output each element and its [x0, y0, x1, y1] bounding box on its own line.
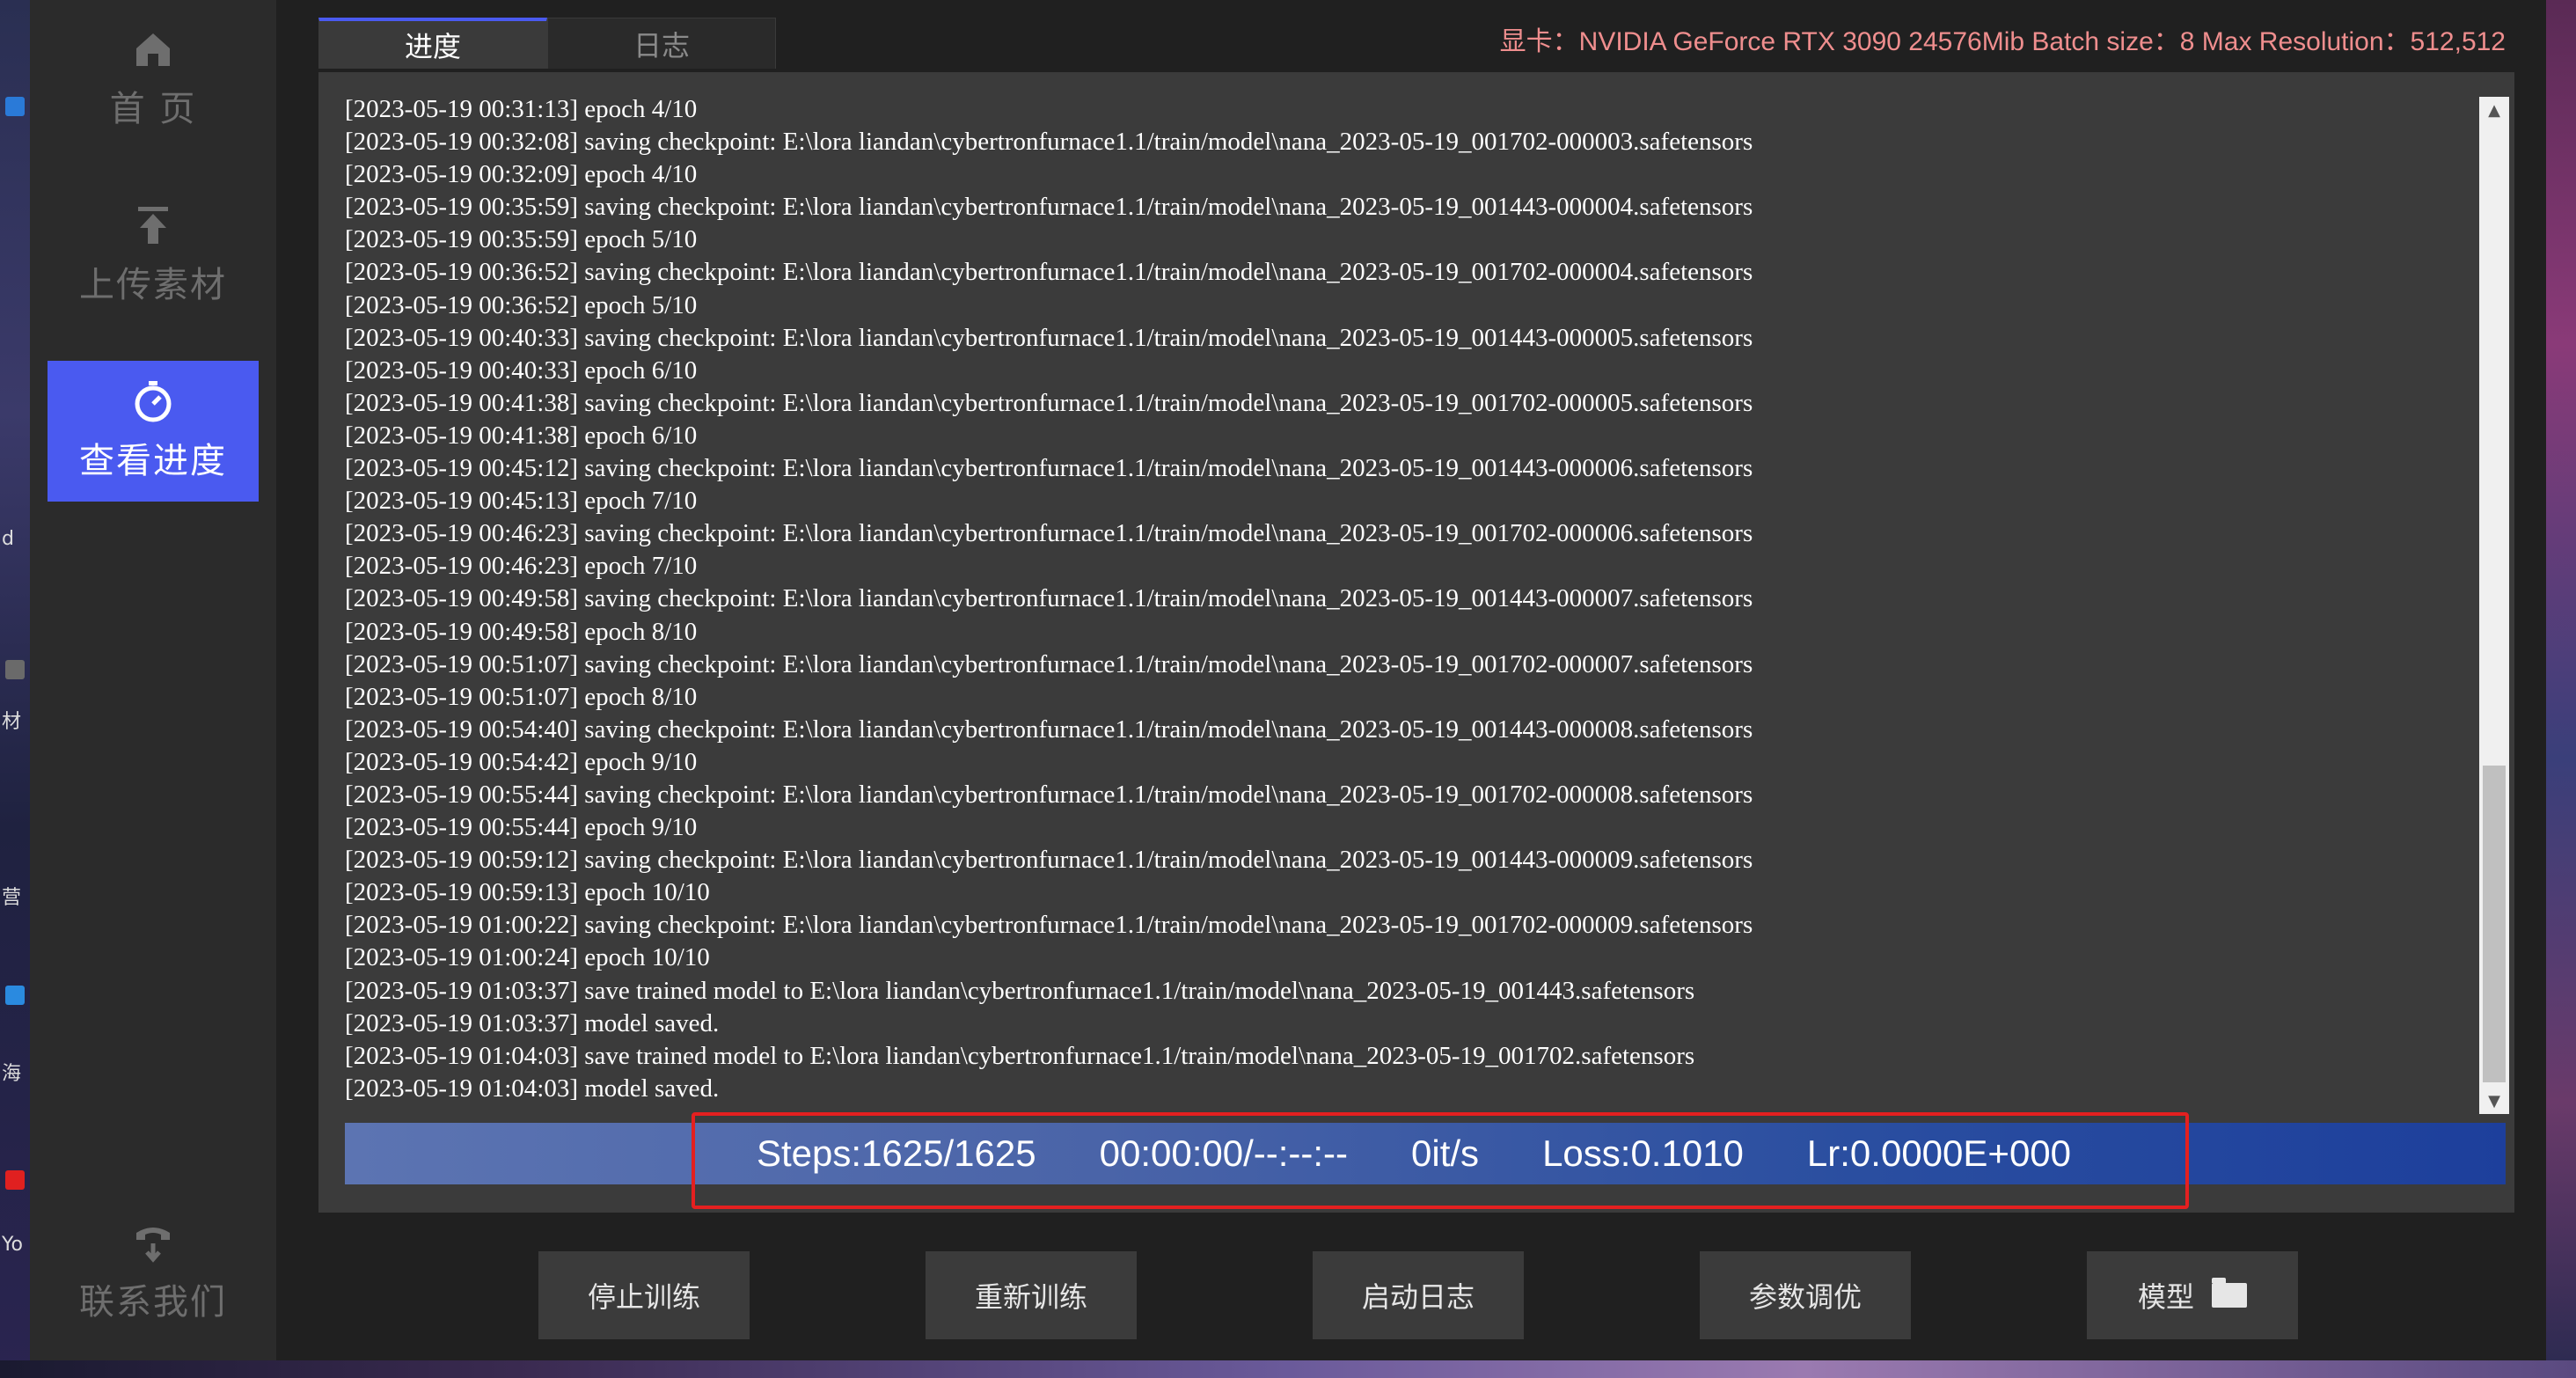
button-label: 参数调优	[1748, 1280, 1862, 1314]
desktop-label: 材	[2, 711, 22, 733]
log-line: [2023-05-19 01:00:22] saving checkpoint:…	[345, 911, 1753, 940]
log-line: [2023-05-19 00:32:09] epoch 4/10	[345, 160, 698, 189]
sidebar-item-label: 联系我们	[79, 1282, 227, 1323]
sidebar-item-label: 上传素材	[79, 265, 227, 305]
sidebar-item-upload[interactable]: 上传素材	[48, 185, 259, 326]
desktop-shortcut-icon[interactable]	[5, 1170, 25, 1190]
log-line: [2023-05-19 00:36:52] saving checkpoint:…	[345, 258, 1753, 287]
log-line: [2023-05-19 00:32:08] saving checkpoint:…	[345, 128, 1753, 157]
sidebar-item-label: 首 页	[109, 89, 197, 129]
sidebar-item-label: 查看进度	[79, 441, 227, 481]
scrollbar-thumb[interactable]	[2483, 766, 2506, 1082]
desktop-shortcut-icon[interactable]	[5, 660, 25, 679]
tab-progress[interactable]: 进度	[318, 18, 547, 69]
model-button[interactable]: 模型	[2087, 1251, 2298, 1339]
log-line: [2023-05-19 01:03:37] save trained model…	[345, 976, 1695, 1005]
log-line: [2023-05-19 01:04:03] save trained model…	[345, 1041, 1695, 1070]
log-line: [2023-05-19 01:04:03] model saved.	[345, 1074, 720, 1103]
log-line: [2023-05-19 00:40:33] epoch 6/10	[345, 355, 698, 385]
log-line: [2023-05-19 00:45:13] epoch 7/10	[345, 487, 698, 516]
log-line: [2023-05-19 00:51:07] saving checkpoint:…	[345, 649, 1753, 678]
log-line: [2023-05-19 00:51:07] epoch 8/10	[345, 682, 698, 711]
desktop-background-right	[2546, 0, 2576, 1378]
sidebar-item-progress[interactable]: 查看进度	[48, 361, 259, 502]
log-line: [2023-05-19 00:49:58] saving checkpoint:…	[345, 584, 1753, 613]
log-line: [2023-05-19 00:36:52] epoch 5/10	[345, 290, 698, 319]
sidebar-item-contact[interactable]: 联系我们	[48, 1202, 259, 1343]
log-line: [2023-05-19 00:54:40] saving checkpoint:…	[345, 715, 1753, 744]
log-line: [2023-05-19 00:55:44] epoch 9/10	[345, 813, 698, 842]
log-line: [2023-05-19 00:46:23] saving checkpoint:…	[345, 519, 1753, 548]
training-log: [2023-05-19 00:31:13] epoch 4/10 [2023-05…	[345, 93, 2465, 1105]
gpu-info: 显卡：NVIDIA GeForce RTX 3090 24576Mib Batc…	[1499, 27, 2506, 56]
log-line: [2023-05-19 00:35:59] saving checkpoint:…	[345, 193, 1753, 222]
folder-icon	[2212, 1278, 2247, 1308]
button-label: 模型	[2137, 1280, 2194, 1314]
tune-params-button[interactable]: 参数调优	[1700, 1251, 1911, 1339]
phone-icon	[136, 1228, 170, 1263]
log-line: [2023-05-19 01:00:24] epoch 10/10	[345, 943, 710, 972]
log-line: [2023-05-19 00:49:58] epoch 8/10	[345, 617, 698, 646]
button-label: 重新训练	[974, 1280, 1087, 1314]
tab-log[interactable]: 日志	[547, 18, 776, 69]
start-log-button[interactable]: 启动日志	[1313, 1251, 1524, 1339]
taskbar-strip	[0, 1360, 2576, 1378]
restart-training-button[interactable]: 重新训练	[926, 1251, 1137, 1339]
home-icon	[136, 33, 170, 66]
main-area: 进度 日志 显卡：NVIDIA GeForce RTX 3090 24576Mi…	[276, 0, 2546, 1360]
sidebar-item-home[interactable]: 首 页	[48, 9, 259, 150]
log-line: [2023-05-19 00:55:44] saving checkpoint:…	[345, 780, 1753, 809]
log-line: [2023-05-19 00:31:13] epoch 4/10	[345, 95, 698, 123]
log-line: [2023-05-19 00:40:33] saving checkpoint:…	[345, 323, 1753, 352]
app-window: 首 页 上传素材 查看进度 联系我们 进度 日志 显卡：NVIDIA GeFor…	[30, 0, 2546, 1360]
red-highlight-box	[692, 1112, 2189, 1209]
sidebar: 首 页 上传素材 查看进度 联系我们	[30, 0, 276, 1360]
stop-training-button[interactable]: 停止训练	[538, 1251, 750, 1339]
log-scrollbar[interactable]: ▲ ▼	[2479, 97, 2509, 1114]
desktop-label: Yo	[2, 1234, 23, 1256]
button-label: 启动日志	[1361, 1280, 1475, 1314]
desktop-label: 海	[2, 1063, 22, 1085]
log-line: [2023-05-19 00:59:12] saving checkpoint:…	[345, 846, 1753, 875]
scroll-up-icon[interactable]: ▲	[2479, 97, 2509, 123]
log-line: [2023-05-19 00:54:42] epoch 9/10	[345, 747, 698, 776]
progress-panel: [2023-05-19 00:31:13] epoch 4/10 [2023-05…	[318, 72, 2514, 1213]
log-line: [2023-05-19 01:03:37] model saved.	[345, 1008, 720, 1037]
log-line: [2023-05-19 00:41:38] saving checkpoint:…	[345, 388, 1753, 417]
button-label: 停止训练	[587, 1280, 700, 1314]
tab-bar: 进度 日志	[318, 18, 776, 70]
log-line: [2023-05-19 00:45:12] saving checkpoint:…	[345, 454, 1753, 483]
scroll-down-icon[interactable]: ▼	[2479, 1088, 2509, 1114]
log-line: [2023-05-19 00:46:23] epoch 7/10	[345, 552, 698, 581]
stopwatch-icon	[135, 381, 172, 422]
desktop-shortcut-icon[interactable]	[5, 97, 25, 116]
log-line: [2023-05-19 00:41:38] epoch 6/10	[345, 421, 698, 450]
desktop-label: 营	[2, 887, 22, 909]
log-line: [2023-05-19 00:59:13] epoch 10/10	[345, 878, 710, 907]
log-line: [2023-05-19 00:35:59] epoch 5/10	[345, 225, 698, 254]
desktop-label: d	[2, 528, 14, 550]
desktop-shortcut-icon[interactable]	[5, 986, 25, 1005]
upload-icon	[138, 207, 168, 244]
desktop-background-left: d 材 营 海 Yo	[0, 0, 30, 1378]
